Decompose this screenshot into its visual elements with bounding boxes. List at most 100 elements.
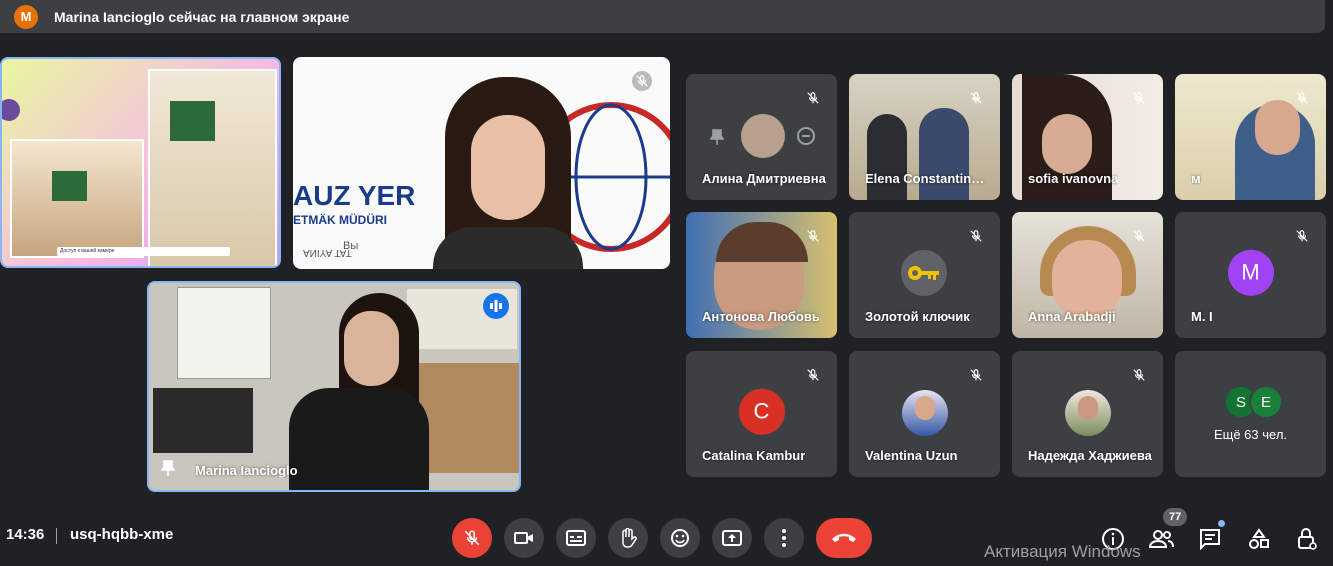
mic-off-icon [966,88,986,108]
tile-name: Elena Constantinovna [865,171,990,186]
activities-icon [1249,528,1269,549]
participant-tile[interactable]: Золотой ключик [849,212,1000,338]
mic-off-icon [1292,88,1312,108]
tile-name: Вы [343,240,359,252]
present-icon [722,530,742,546]
mic-off-icon [966,365,986,385]
face [1255,100,1300,155]
windows-activation-watermark: Активация Windows [984,542,1141,561]
presentation-tile[interactable]: Доступ к вашей камере [0,57,281,268]
avatar: E [1249,385,1283,419]
face [344,311,399,386]
mic-off-icon [632,71,652,91]
participant-tile[interactable]: м [1175,74,1326,200]
slide-photo-large [148,69,277,266]
face [471,115,545,220]
participants-button[interactable] [1148,526,1174,552]
slide-notice-text: Доступ к вашей камере [60,248,115,254]
speaker-video-tile[interactable]: Marina Iancioglo [147,281,521,492]
banner-text: Marina Iancioglo сейчас на главном экран… [54,8,350,25]
raise-hand-button[interactable] [608,518,648,558]
participant-tile[interactable]: Valentina Uzun [849,351,1000,477]
tile-name: sofia ivanovna [1028,171,1119,186]
hair [716,222,808,262]
whiteboard [177,287,271,379]
mic-off-icon [1292,226,1312,246]
key-icon [908,266,939,280]
meeting-code: usq-hqbb-xme [70,526,174,543]
mic-off-icon [803,88,823,108]
chat-notification-dot [1218,520,1225,527]
mic-off-icon [803,365,823,385]
leave-call-button[interactable] [816,518,872,558]
presenting-banner: M Marina Iancioglo сейчас на главном экр… [0,0,1325,33]
avatar-face [1078,396,1098,420]
avatar [902,390,948,436]
key-avatar [901,250,947,296]
participant-tile[interactable]: Anna Arabadji [1012,212,1163,338]
hand-icon [622,528,637,548]
slide-photo-board [170,101,215,141]
tile-name: Valentina Uzun [865,448,958,463]
more-participants-tile[interactable]: S E Ещё 63 чел. [1175,351,1326,477]
mic-off-icon [464,530,480,546]
remove-icon[interactable] [797,127,815,145]
avatar: M [1227,249,1274,296]
tile-name: Anna Arabadji [1028,309,1116,324]
avatar: C [738,388,785,435]
host-controls-button[interactable] [1294,526,1320,552]
slide-notice: Доступ к вашей камере [57,247,230,256]
pin-icon[interactable] [709,129,725,145]
logo-text-mid: ETMÄK MÜDÜRI [293,213,387,227]
mic-off-icon [1129,88,1149,108]
remove-icon-bar [802,135,810,137]
chat-button[interactable] [1197,520,1225,552]
participant-tile[interactable]: Надежда Хаджиева [1012,351,1163,477]
more-options-button[interactable] [764,518,804,558]
person [867,114,907,200]
present-button[interactable] [712,518,752,558]
camera-toggle-button[interactable] [504,518,544,558]
mic-toggle-button[interactable] [452,518,492,558]
tile-name: Золотой ключик [865,309,970,324]
tile-name: Marina Iancioglo [195,463,298,478]
participants-count-badge: 77 [1163,508,1188,526]
speaking-indicator-icon [483,293,509,319]
tile-name: M. I [1191,309,1213,324]
avatar [741,114,785,158]
slide-side-handle[interactable] [2,99,20,121]
slide-photo-small [10,139,144,258]
tile-name: Алина Дмитриевна [702,171,826,186]
tile-name: Catalina Kambur [702,448,806,463]
captions-button[interactable] [556,518,596,558]
person [289,293,429,490]
mic-off-icon [1129,226,1149,246]
participant-tile[interactable]: Алина Дмитриевна [686,74,837,200]
participant-tile[interactable]: M M. I [1175,212,1326,338]
printer [153,388,253,453]
camera-icon [514,532,533,544]
tile-name: м [1191,171,1201,186]
activities-button[interactable] [1246,526,1272,552]
people-icon [1148,530,1174,548]
person [919,108,969,200]
pin-icon[interactable] [160,460,176,476]
tile-name: Антонова Любовь [702,309,820,324]
shirt [433,227,583,269]
participant-tile[interactable]: Антонова Любовь [686,212,837,338]
mic-off-icon [803,226,823,246]
tile-name: Надежда Хаджиева [1028,448,1152,463]
participant-tile[interactable]: sofia ivanovna [1012,74,1163,200]
participant-tile[interactable]: C Catalina Kambur [686,351,837,477]
slide-photo-board [52,171,87,201]
avatar-face [915,396,935,420]
reactions-button[interactable] [660,518,700,558]
participant-tile[interactable]: Elena Constantinovna [849,74,1000,200]
face [1052,240,1122,320]
captions-icon [566,530,586,546]
host-controls-icon [1298,528,1317,550]
logo-text-top: AUZ YER [293,180,416,211]
clock: 14:36 [6,526,45,543]
mic-off-icon [966,226,986,246]
presenter-video-tile[interactable]: AUZ YER ETMÄK MÜDÜRI ANIYA TAT Вы [293,57,670,269]
